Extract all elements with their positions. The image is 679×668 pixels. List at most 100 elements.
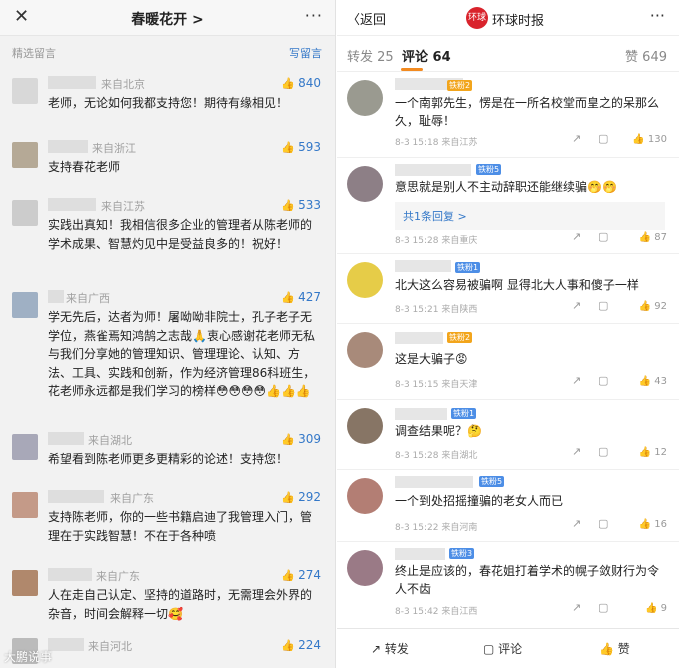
comment-meta: 8-3 15:28 来自重庆 <box>395 236 478 246</box>
tab-like[interactable]: 赞 649 <box>625 46 667 65</box>
like-button[interactable]: 👍 43 <box>639 376 667 387</box>
share-icon[interactable]: ↗ <box>572 132 581 145</box>
repost-label: 转发 <box>384 642 409 656</box>
like-label: 赞 <box>617 642 630 656</box>
avatar[interactable] <box>347 478 383 514</box>
username-blurred <box>395 476 473 488</box>
account-name[interactable]: 环球时报 <box>492 10 544 29</box>
username-blurred <box>48 432 84 445</box>
tab-comment[interactable]: 评论 64 <box>402 46 451 65</box>
fan-badge: 铁粉1 <box>455 262 481 273</box>
thumbs-up-icon: 👍 <box>638 447 655 458</box>
comment-location: 来自江苏 <box>101 200 145 213</box>
share-icon: ↗ <box>371 642 385 656</box>
comment-item: 铁粉5 意思就是别人不主动辞职还能继续骗🤭🤭 共1条回复 > 8-3 15:28… <box>337 158 679 254</box>
avatar[interactable] <box>12 492 38 518</box>
avatar[interactable] <box>347 80 383 116</box>
like-button[interactable]: 👍 赞 <box>599 640 630 657</box>
thumbs-up-icon: 👍 <box>638 519 655 530</box>
repost-button[interactable]: ↗ 转发 <box>371 640 409 657</box>
account-logo[interactable]: 环球 <box>466 7 488 29</box>
comment-text: 一个南郭先生，愣是在一所名校堂而皇之的呆那么久，耻辱！ <box>395 96 660 128</box>
comment-text: 支持春花老师 <box>48 160 121 174</box>
like-button[interactable]: 👍 840 <box>281 76 321 90</box>
active-tab-indicator <box>401 68 423 71</box>
comment-item: 铁粉2 一个南郭先生，愣是在一所名校堂而皇之的呆那么久，耻辱！ 8-3 15:1… <box>337 72 679 158</box>
comment-meta: 8-3 15:18 来自江苏 <box>395 138 478 148</box>
like-button[interactable]: 👍 292 <box>281 490 321 504</box>
comment-icon[interactable]: ▢ <box>598 299 608 312</box>
comment-location: 来自北京 <box>101 78 145 91</box>
like-count: 309 <box>298 432 321 446</box>
back-button[interactable]: 〈返回 <box>347 9 386 28</box>
like-button[interactable]: 👍 274 <box>281 568 321 582</box>
comment-item: 铁粉1 北大这么容易被骗啊 显得北大人事和傻子一样 8-3 15:21 来自陕西… <box>337 254 679 324</box>
like-button[interactable]: 👍 92 <box>639 301 667 312</box>
like-button[interactable]: 👍 9 <box>645 603 667 614</box>
thumbs-up-icon: 👍 <box>632 134 648 145</box>
comment-icon[interactable]: ▢ <box>598 374 608 387</box>
reply-thread-link[interactable]: 共1条回复 > <box>395 202 665 230</box>
like-button[interactable]: 👍 130 <box>632 134 667 145</box>
avatar[interactable] <box>12 78 38 104</box>
avatar[interactable] <box>12 292 38 318</box>
thumbs-up-icon: 👍 <box>281 291 296 304</box>
comment-item: 来自广东 👍 292 支持陈老师，你的一些书籍启迪了我管理入门，管理在于实践智慧！… <box>0 482 335 560</box>
avatar[interactable] <box>12 200 38 226</box>
comment-icon[interactable]: ▢ <box>598 132 608 145</box>
username-blurred <box>395 260 451 272</box>
comment-item: 来自广西 👍 427 学无先后，达者为师！屠呦呦非院士，孔子老子无学位，燕雀焉知鸿… <box>0 282 335 424</box>
share-icon[interactable]: ↗ <box>572 230 581 243</box>
like-button[interactable]: 👍 224 <box>281 638 321 652</box>
like-button[interactable]: 👍 87 <box>639 232 667 243</box>
username-blurred <box>48 290 64 303</box>
avatar[interactable] <box>347 166 383 202</box>
more-options-icon[interactable]: ··· <box>305 6 323 25</box>
comment-meta: 8-3 15:22 来自河南 <box>395 523 478 533</box>
comment-location: 来自广东 <box>110 492 154 505</box>
comment-icon[interactable]: ▢ <box>598 601 608 614</box>
comment-button[interactable]: ▢ 评论 <box>483 640 522 657</box>
comment-item: 来自江苏 👍 533 实践出真知！我相信很多企业的管理者从陈老师的学术成果、智慧灼… <box>0 190 335 282</box>
share-icon[interactable]: ↗ <box>572 374 581 387</box>
comment-icon[interactable]: ▢ <box>598 445 608 458</box>
avatar[interactable] <box>347 408 383 444</box>
tab-repost[interactable]: 转发 25 <box>347 46 394 65</box>
like-count: 92 <box>654 301 667 312</box>
like-button[interactable]: 👍 16 <box>639 519 667 530</box>
share-icon[interactable]: ↗ <box>572 601 581 614</box>
share-icon[interactable]: ↗ <box>572 299 581 312</box>
share-icon[interactable]: ↗ <box>572 517 581 530</box>
username-blurred <box>395 164 471 176</box>
avatar[interactable] <box>347 332 383 368</box>
like-count: 16 <box>654 519 667 530</box>
like-count: 593 <box>298 140 321 154</box>
article-title[interactable]: 春暖花开 > <box>0 9 335 29</box>
comment-icon[interactable]: ▢ <box>598 517 608 530</box>
comment-item: 来自北京 👍 840 老师，无论如何我都支持您！期待有缘相见！ <box>0 66 335 132</box>
like-count: 12 <box>654 447 667 458</box>
avatar[interactable] <box>12 434 38 460</box>
comment-location: 来自湖北 <box>88 434 132 447</box>
comment-location: 来自浙江 <box>92 142 136 155</box>
avatar[interactable] <box>12 142 38 168</box>
fan-badge: 铁粉5 <box>476 164 502 175</box>
fan-badge: 铁粉5 <box>479 476 505 487</box>
like-count: 224 <box>298 638 321 652</box>
like-button[interactable]: 👍 533 <box>281 198 321 212</box>
comment-icon[interactable]: ▢ <box>598 230 608 243</box>
like-button[interactable]: 👍 12 <box>639 447 667 458</box>
avatar[interactable] <box>347 262 383 298</box>
like-button[interactable]: 👍 309 <box>281 432 321 446</box>
more-options-icon[interactable]: ··· <box>650 6 665 25</box>
comment-text: 希望看到陈老师更多更精彩的论述！支持您！ <box>48 452 289 466</box>
like-button[interactable]: 👍 427 <box>281 290 321 304</box>
comment-text: 实践出真知！我相信很多企业的管理者从陈老师的学术成果、智慧灼见中是受益良多的！祝… <box>48 218 313 251</box>
write-comment-link[interactable]: 写留言 <box>289 45 322 61</box>
selected-comments-label: 精选留言 <box>12 47 56 60</box>
comment-label: 评论 <box>498 642 523 656</box>
like-button[interactable]: 👍 593 <box>281 140 321 154</box>
share-icon[interactable]: ↗ <box>572 445 581 458</box>
avatar[interactable] <box>12 570 38 596</box>
avatar[interactable] <box>347 550 383 586</box>
